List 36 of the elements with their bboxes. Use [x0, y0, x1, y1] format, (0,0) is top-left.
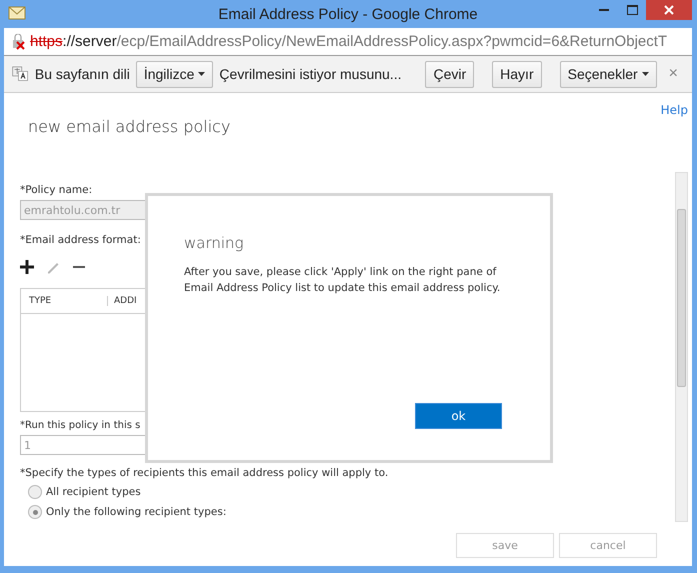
close-window-button[interactable]	[646, 0, 692, 20]
translate-question: Çevrilmesini istiyor musunu...	[219, 66, 402, 82]
window-title: Email Address Policy - Google Chrome	[218, 6, 478, 22]
field-label: *Email address format:	[20, 234, 141, 246]
scrollbar[interactable]	[675, 172, 688, 522]
caret-icon	[198, 72, 206, 76]
address-field[interactable]: https://server/ecp/EmailAddressPolicy/NewEmailAddressPolicy.aspx?pwmcid=6&ReturnObjectT	[4, 28, 692, 56]
close-icon	[664, 5, 674, 15]
add-icon[interactable]	[20, 260, 34, 274]
radio-label: Only the following recipient types:	[46, 506, 226, 518]
field-label: *Policy name:	[20, 184, 92, 196]
translate-action-button[interactable]: Çevir	[425, 60, 474, 88]
column-header: TYPE	[29, 296, 52, 306]
page-title: new email address policy	[28, 117, 232, 136]
maximize-icon	[626, 5, 638, 15]
help-link[interactable]: Help	[660, 103, 688, 117]
radio-label: All recipient types	[46, 486, 141, 498]
insecure-lock-icon	[12, 34, 26, 50]
language-label: Bu sayfanın dili	[34, 66, 130, 82]
field-label: *Specify the types of recipients this email address policy will apply to.	[20, 467, 388, 479]
language-dropdown[interactable]: İngilizce	[136, 60, 214, 88]
radio-button[interactable]	[28, 505, 42, 519]
ok-button[interactable]: ok	[415, 403, 502, 429]
options-dropdown[interactable]: Seçenekler	[560, 60, 657, 88]
minimize-icon	[599, 8, 609, 12]
cancel-button[interactable]: cancel	[559, 533, 657, 558]
dialog-message: After you save, please click 'Apply' link on the right pane of Email Address Policy list to update this email address policy.	[184, 265, 502, 296]
envelope-icon	[8, 6, 26, 20]
translate-action-button[interactable]: Hayır	[492, 60, 542, 88]
dialog-title: warning	[184, 234, 245, 252]
close-bar-button[interactable]: ×	[662, 64, 684, 84]
field-label: *Run this policy in this s	[20, 420, 140, 431]
radio-button[interactable]	[28, 485, 42, 499]
column-header: ADDI	[114, 296, 137, 306]
save-button[interactable]: save	[456, 533, 554, 558]
caret-icon	[642, 72, 649, 76]
